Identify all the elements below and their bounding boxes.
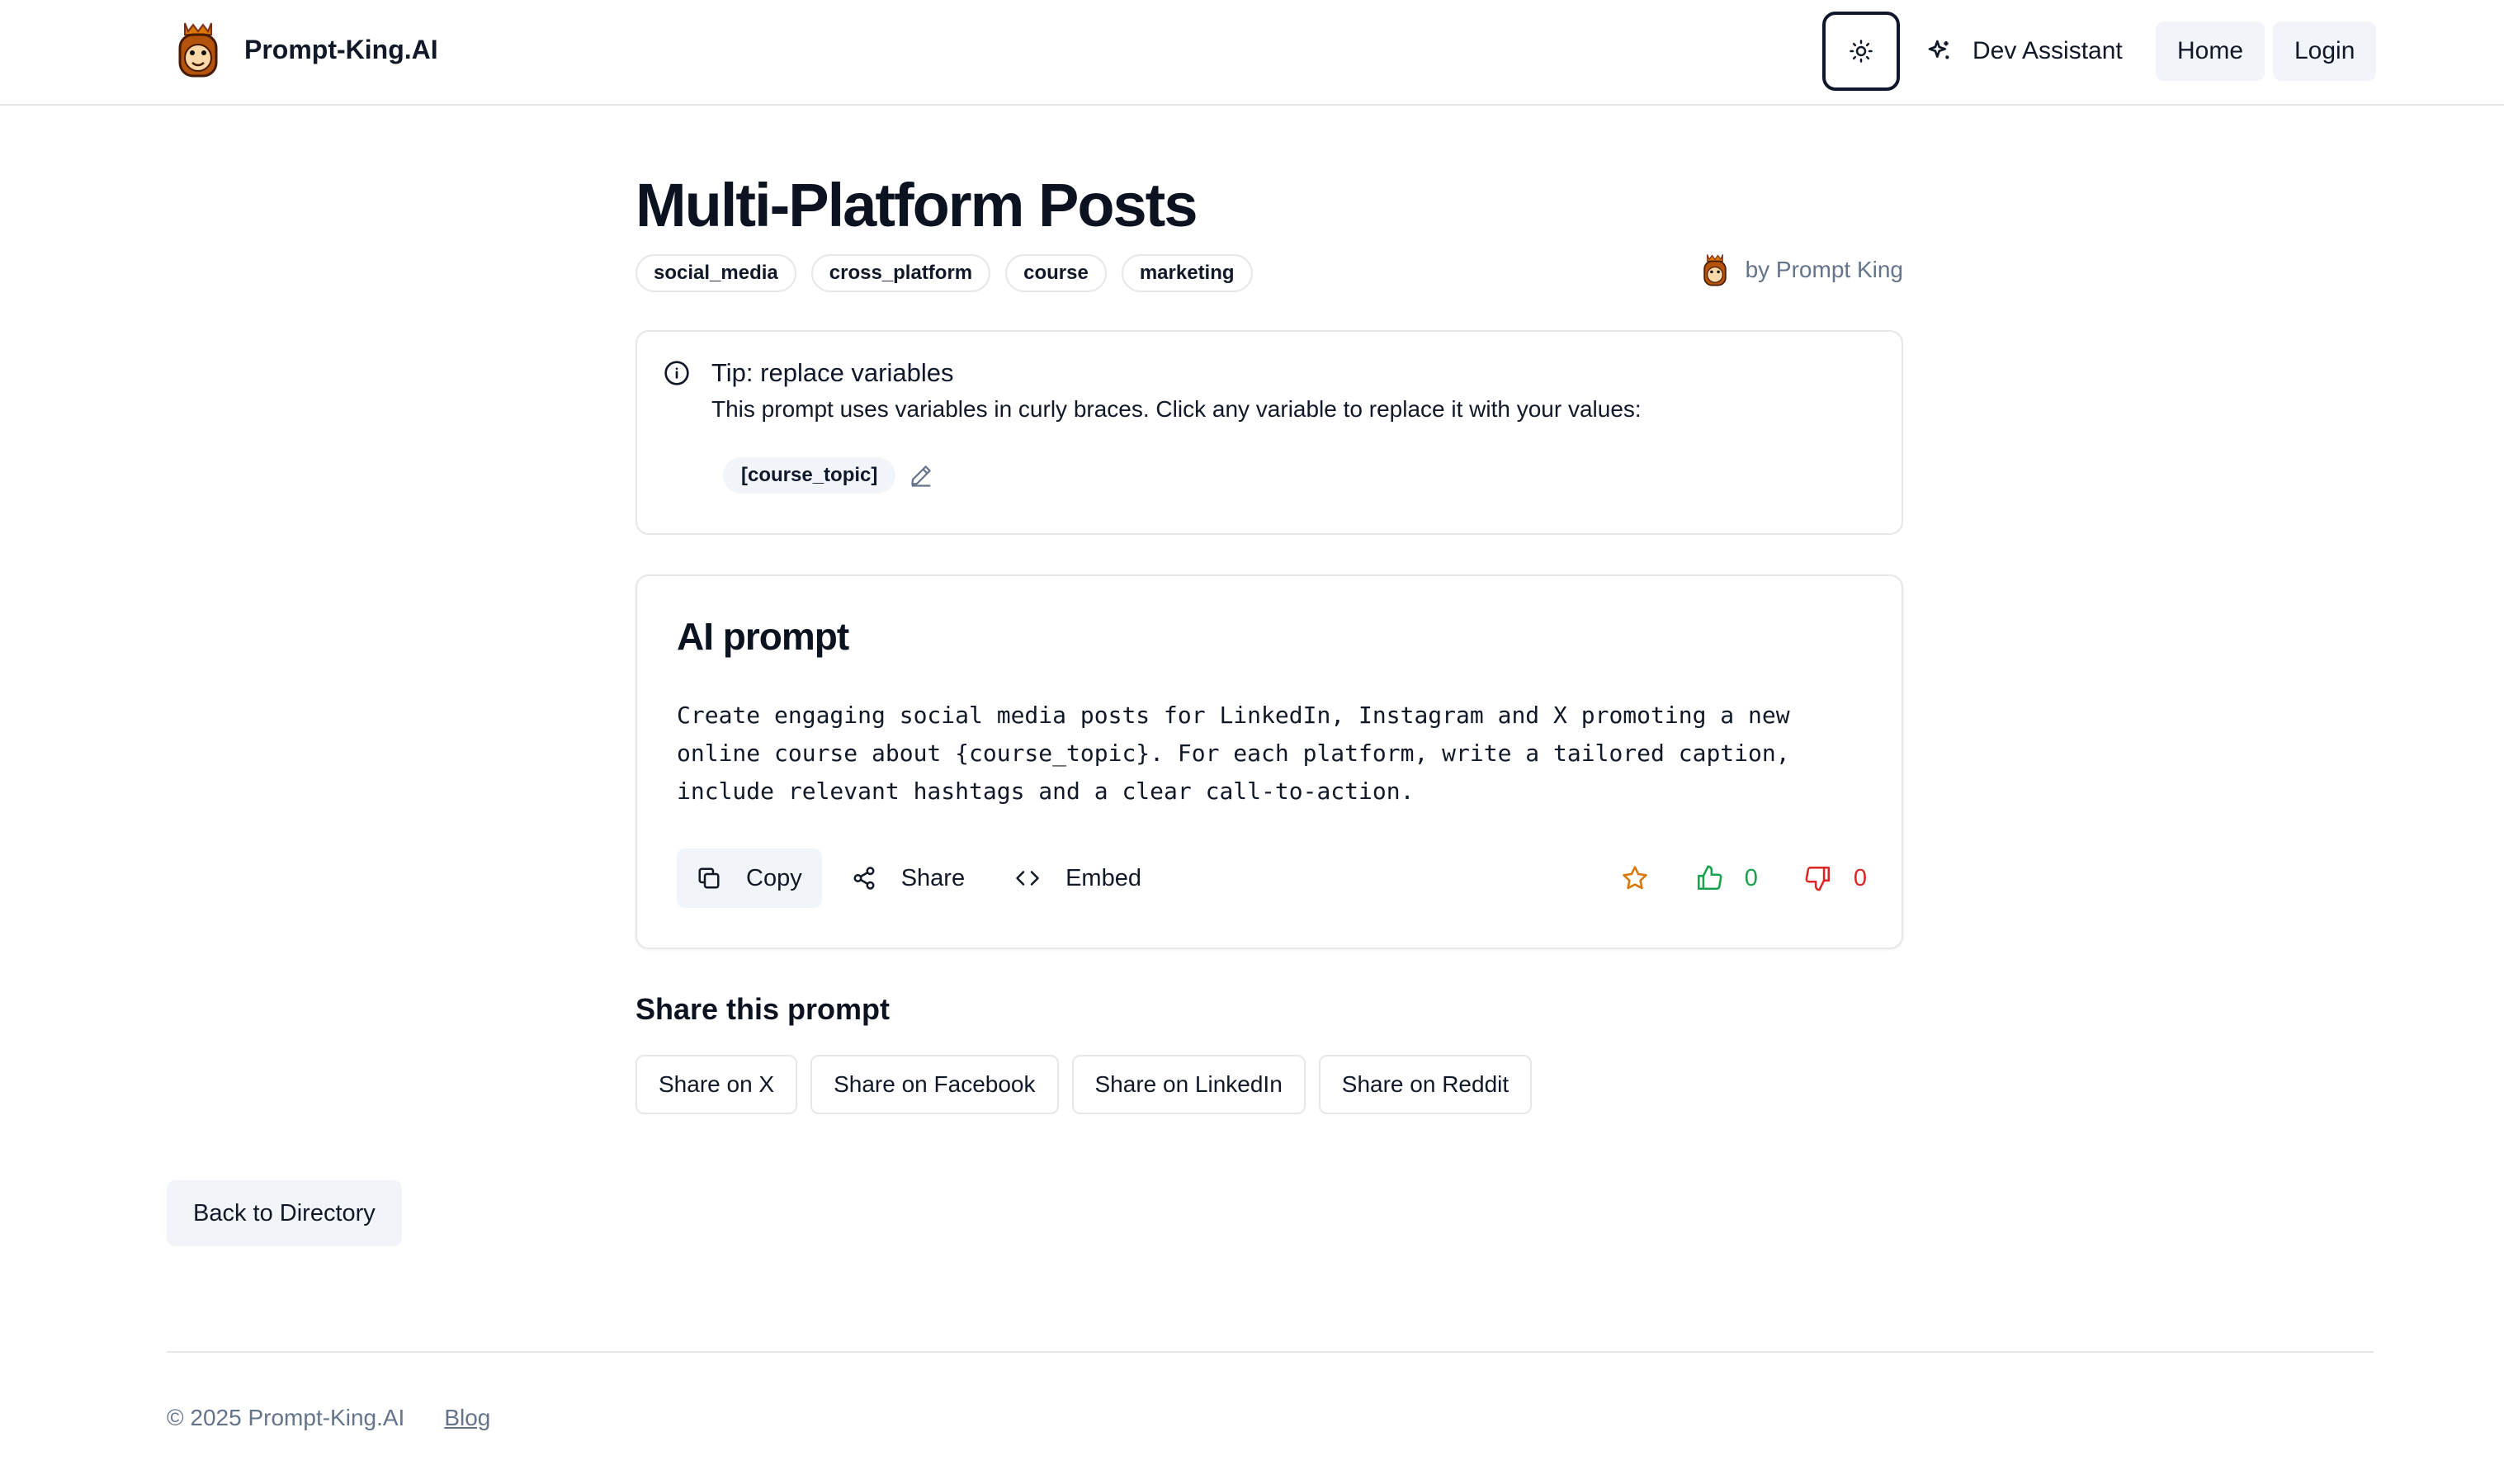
top-navbar: Prompt-King.AI Dev Assistant Home Login (0, 0, 2504, 106)
pencil-icon[interactable] (909, 463, 933, 488)
copy-label: Copy (746, 864, 802, 891)
footer: © 2025 Prompt-King.AI Blog (167, 1405, 490, 1431)
home-button[interactable]: Home (2156, 21, 2265, 81)
share-on-linkedin-button[interactable]: Share on LinkedIn (1071, 1055, 1306, 1114)
like-button[interactable]: 0 (1695, 864, 1758, 892)
blog-link[interactable]: Blog (444, 1405, 490, 1431)
sparkles-icon (1928, 40, 1949, 59)
dev-assistant-button[interactable]: Dev Assistant (1915, 21, 2134, 81)
embed-label: Embed (1065, 864, 1141, 891)
share-button[interactable]: Share (832, 848, 985, 908)
dislike-count: 0 (1853, 864, 1867, 891)
prompt-text: Create engaging social media posts for L… (677, 702, 1790, 805)
share-on-reddit-button[interactable]: Share on Reddit (1318, 1055, 1533, 1114)
author-byline: by Prompt King (1699, 253, 1903, 287)
tip-title: Tip: replace variables (711, 358, 954, 387)
ai-prompt-card: AI prompt Create engaging social media p… (635, 574, 1903, 949)
page-title: Multi-Platform Posts (635, 171, 1198, 239)
like-count: 0 (1744, 864, 1758, 891)
author-avatar-icon (1703, 254, 1727, 286)
login-button[interactable]: Login (2273, 21, 2377, 81)
rating-controls: 0 0 (1621, 848, 1867, 908)
theme-toggle-button[interactable] (1822, 12, 1900, 91)
tag-cross-platform[interactable]: cross_platform (810, 254, 991, 292)
share-icon (853, 867, 875, 890)
brand-name: Prompt-King.AI (244, 34, 438, 64)
dev-assistant-label: Dev Assistant (1972, 37, 2123, 64)
tip-card: Tip: replace variables This prompt uses … (635, 330, 1903, 535)
copyright-text: © 2025 Prompt-King.AI (167, 1405, 405, 1430)
brand-link[interactable]: Prompt-King.AI (172, 20, 438, 79)
copy-button[interactable]: Copy (677, 848, 822, 908)
tip-description: This prompt uses variables in curly brac… (711, 396, 1642, 422)
back-to-directory-button[interactable]: Back to Directory (167, 1180, 402, 1246)
copy-icon (698, 867, 720, 889)
share-buttons: Share on X Share on Facebook Share on Li… (635, 1055, 1533, 1114)
variable-list: [course_topic] (723, 457, 933, 494)
variable-chip-course-topic[interactable]: [course_topic] (723, 457, 896, 494)
author-name: by Prompt King (1745, 257, 1903, 282)
tag-marketing[interactable]: marketing (1121, 254, 1253, 292)
share-on-facebook-button[interactable]: Share on Facebook (810, 1055, 1059, 1114)
share-label: Share (900, 864, 966, 891)
code-icon (1016, 871, 1039, 886)
share-on-x-button[interactable]: Share on X (635, 1055, 798, 1114)
star-icon[interactable] (1621, 864, 1649, 892)
footer-divider (167, 1351, 2374, 1353)
sun-icon (1850, 40, 1873, 63)
thumbs-down-icon (1805, 866, 1830, 891)
dislike-button[interactable]: 0 (1804, 864, 1867, 892)
embed-button[interactable]: Embed (995, 848, 1161, 908)
info-icon (664, 361, 689, 385)
prompt-actions: Copy Share Embed (677, 848, 1161, 908)
thumbs-up-icon (1697, 865, 1722, 891)
ai-prompt-heading: AI prompt (677, 615, 849, 658)
tag-course[interactable]: course (1005, 254, 1107, 292)
share-heading: Share this prompt (635, 992, 891, 1026)
tag-social-media[interactable]: social_media (635, 254, 796, 292)
tag-list: social_media cross_platform course marke… (635, 254, 1253, 292)
monkey-king-logo-icon (178, 22, 218, 78)
